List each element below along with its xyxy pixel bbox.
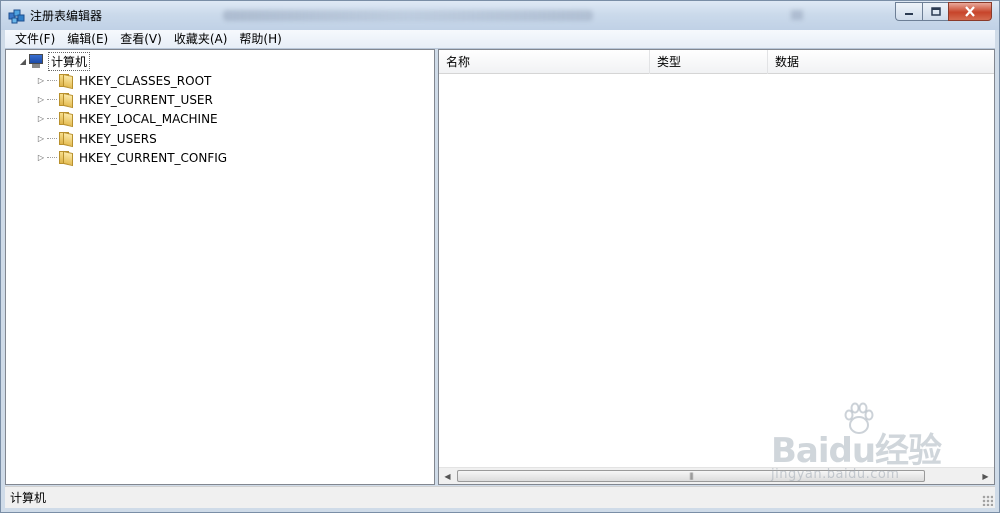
status-path: 计算机 [10, 491, 47, 505]
tree-connector [47, 118, 57, 119]
folder-icon [58, 111, 74, 127]
computer-icon [28, 54, 44, 69]
tree-item-hkcc[interactable]: ▷ HKEY_CURRENT_CONFIG [36, 148, 227, 167]
tree-connector [47, 157, 57, 158]
tree-item-hkcr[interactable]: ▷ HKEY_CLASSES_ROOT [36, 71, 211, 90]
expand-triangle-icon[interactable]: ▷ [36, 95, 46, 105]
minimize-icon [905, 12, 913, 15]
tree-root-label: 计算机 [48, 52, 91, 71]
column-header-type[interactable]: 类型 [650, 50, 768, 74]
folder-icon [58, 150, 74, 166]
tree-item-hklm[interactable]: ▷ HKEY_LOCAL_MACHINE [36, 109, 218, 128]
tree-item-label: HKEY_LOCAL_MACHINE [79, 111, 218, 126]
scrollbar-thumb[interactable]: ||| [457, 470, 925, 482]
expand-triangle-icon[interactable]: ▷ [36, 114, 46, 124]
column-header-name[interactable]: 名称 [439, 50, 650, 74]
tree-root-computer[interactable]: ◢ 计算机 [18, 52, 91, 71]
blurred-title-mark [791, 10, 803, 20]
expand-triangle-icon[interactable]: ▷ [36, 76, 46, 86]
tree-connector [47, 138, 57, 139]
expand-triangle-icon[interactable]: ▷ [36, 153, 46, 163]
folder-icon [58, 73, 74, 89]
status-bar: 计算机 [5, 486, 995, 508]
registry-editor-window: 注册表编辑器 文件(F) 编辑(E) 查看(V) 收藏夹(A) 帮助(H) ◢ … [0, 0, 1000, 513]
collapse-triangle-icon[interactable]: ◢ [18, 57, 28, 67]
close-icon [965, 6, 975, 17]
column-header-data[interactable]: 数据 [768, 50, 994, 74]
folder-icon [58, 92, 74, 108]
maximize-button[interactable] [922, 2, 948, 21]
blurred-title-region [223, 10, 593, 21]
tree-item-label: HKEY_CLASSES_ROOT [79, 73, 212, 88]
title-bar[interactable]: 注册表编辑器 [1, 1, 999, 30]
scroll-left-arrow-icon[interactable]: ◀ [439, 468, 456, 484]
tree-item-label: HKEY_USERS [79, 131, 157, 146]
window-title: 注册表编辑器 [30, 9, 103, 23]
list-header: 名称 类型 数据 [439, 50, 994, 74]
values-list-pane[interactable]: 名称 类型 数据 ◀ ||| ▶ [438, 49, 995, 485]
resize-grip-icon[interactable] [982, 495, 993, 506]
caption-buttons [895, 2, 992, 21]
menu-favorites[interactable]: 收藏夹(A) [168, 31, 234, 48]
menu-file[interactable]: 文件(F) [9, 31, 61, 48]
menu-view[interactable]: 查看(V) [114, 31, 168, 48]
tree-item-label: HKEY_CURRENT_USER [79, 92, 213, 107]
maximize-icon [930, 7, 941, 16]
menu-help[interactable]: 帮助(H) [233, 31, 287, 48]
close-button[interactable] [948, 2, 992, 21]
tree-connector [47, 99, 57, 100]
regedit-app-icon [8, 9, 25, 24]
minimize-button[interactable] [895, 2, 922, 21]
menu-bar: 文件(F) 编辑(E) 查看(V) 收藏夹(A) 帮助(H) [5, 30, 995, 49]
tree-item-label: HKEY_CURRENT_CONFIG [79, 150, 228, 165]
tree-item-hkcu[interactable]: ▷ HKEY_CURRENT_USER [36, 90, 213, 109]
tree-item-hku[interactable]: ▷ HKEY_USERS [36, 129, 157, 148]
registry-tree-pane[interactable]: ◢ 计算机 ▷ HKEY_CLASSES_ROOT ▷ HKEY_CURRENT… [5, 49, 435, 485]
menu-edit[interactable]: 编辑(E) [61, 31, 114, 48]
tree-connector [47, 80, 57, 81]
horizontal-scrollbar[interactable]: ◀ ||| ▶ [439, 467, 994, 484]
scroll-right-arrow-icon[interactable]: ▶ [977, 468, 994, 484]
folder-icon [58, 131, 74, 147]
expand-triangle-icon[interactable]: ▷ [36, 134, 46, 144]
